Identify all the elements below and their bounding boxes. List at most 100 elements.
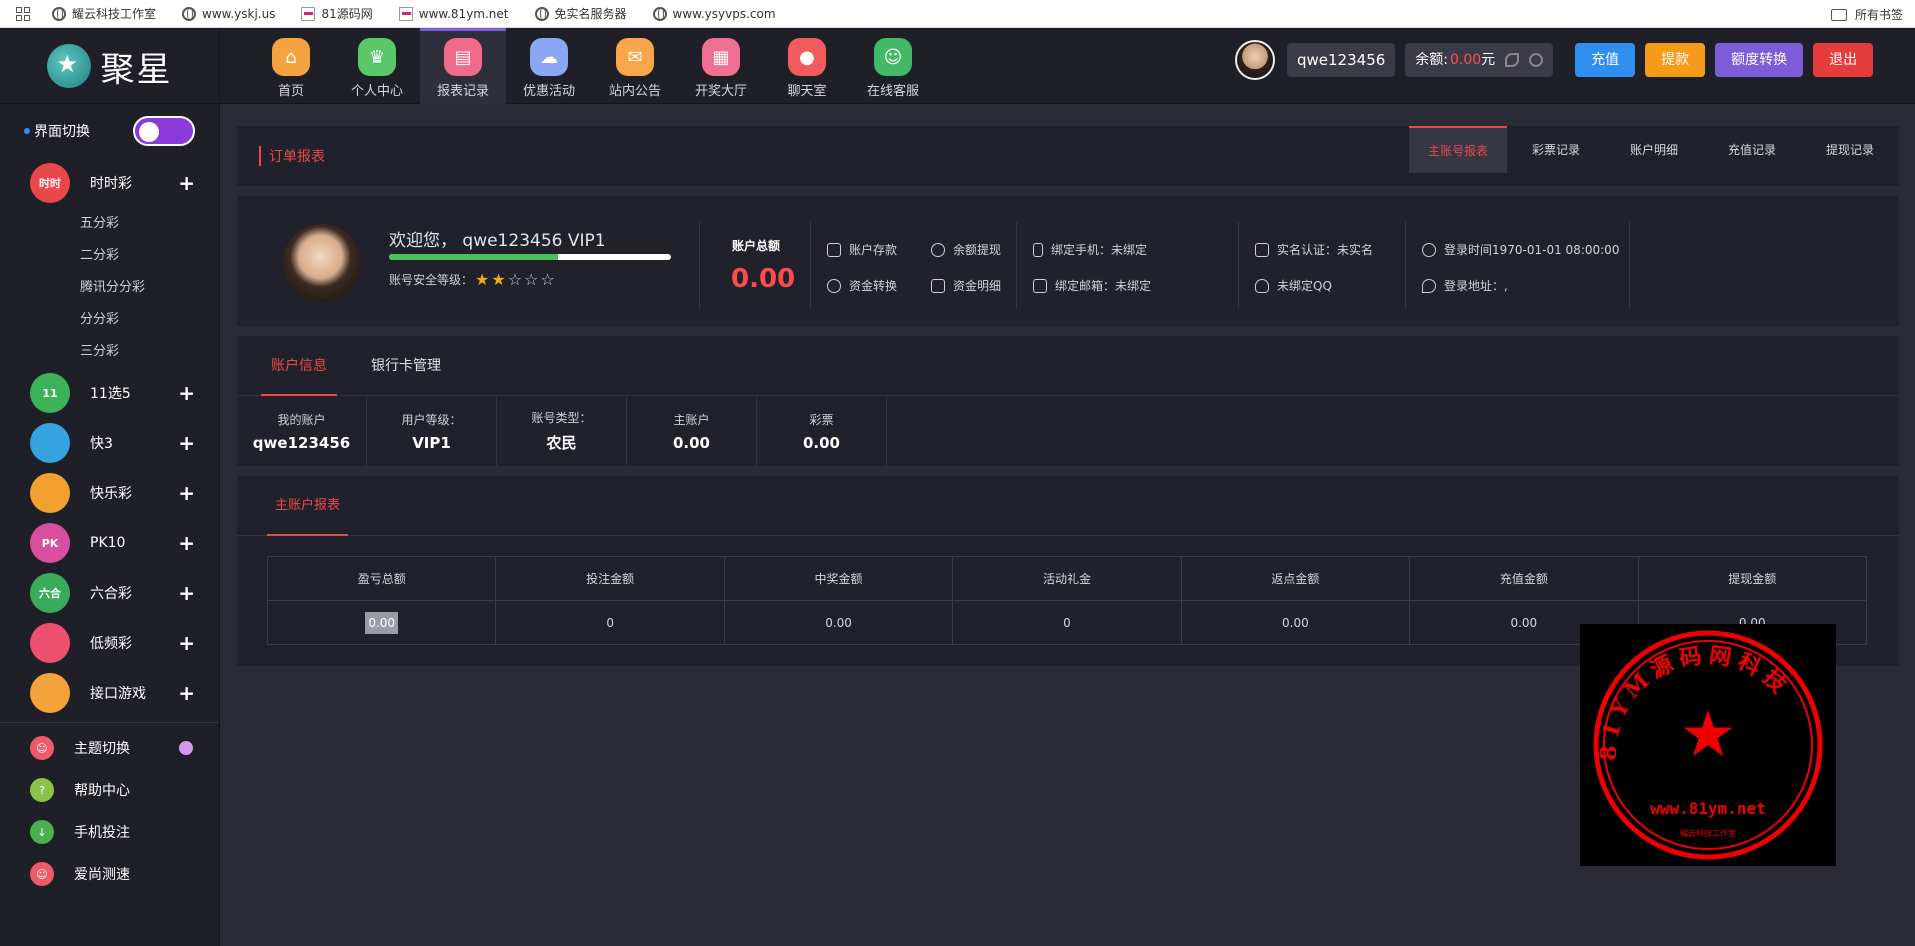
logout-button[interactable]: 退出: [1813, 43, 1874, 77]
expand-plus-icon[interactable]: +: [178, 381, 195, 405]
tab-main-account-report[interactable]: 主账户报表: [267, 476, 349, 536]
table-header-cell: 返点金额: [1180, 556, 1411, 601]
divider: [1016, 222, 1017, 308]
sidebar-category[interactable]: 11 11选5 +: [0, 368, 219, 418]
bookmark-item[interactable]: www.yskj.us: [182, 6, 276, 21]
report-tab[interactable]: 提现记录: [1801, 126, 1899, 173]
interface-toggle[interactable]: [133, 116, 195, 146]
table-header-cell: 充值金额: [1409, 556, 1639, 601]
main-report-tabs: 主账户报表: [237, 476, 1899, 536]
realname-text: 实名认证：未实名: [1277, 243, 1374, 257]
sidebar-category-label: 六合彩: [90, 586, 132, 602]
report-tab[interactable]: 充值记录: [1703, 126, 1801, 173]
gift-icon: ☁: [530, 38, 568, 76]
account-tab[interactable]: 银行卡管理: [361, 336, 451, 396]
globe-icon: [52, 6, 66, 21]
account-tab[interactable]: 账户信息: [261, 336, 337, 396]
fund-detail-link[interactable]: 资金明细: [931, 277, 1001, 294]
table-cell-value: 0.00: [1510, 615, 1538, 630]
nav-item[interactable]: ✉ 站内公告: [592, 28, 678, 104]
bookmark-item[interactable]: 耀云科技工作室: [52, 5, 156, 22]
sidebar-category[interactable]: 快3 +: [0, 418, 219, 468]
sidebar-misc-item[interactable]: ☺ 主题切换: [0, 727, 219, 769]
bookmark-item[interactable]: www.ysyvps.com: [652, 6, 776, 21]
nav-item[interactable]: ⌂ 首页: [248, 28, 334, 104]
deposit-link[interactable]: 账户存款: [827, 241, 897, 258]
expand-plus-icon[interactable]: +: [178, 481, 195, 505]
document-icon: [931, 278, 945, 293]
lottery-icon: [30, 673, 70, 713]
nav-item-label: 在线客服: [866, 84, 919, 99]
nav-item[interactable]: ● 聊天室: [764, 28, 850, 104]
misc-icon: ↓: [30, 820, 54, 844]
hide-balance-icon[interactable]: [1505, 53, 1520, 67]
report-tab[interactable]: 彩票记录: [1507, 126, 1605, 173]
bookmark-item[interactable]: www.81ym.net: [398, 6, 509, 21]
profile-panel: 欢迎您， qwe123456 VIP1 账号安全等级： ★ ★ ☆ ☆ ☆ 账户总额 0…: [237, 196, 1899, 326]
misc-icon: ?: [30, 778, 54, 802]
bind-email-link[interactable]: 绑定邮箱：未绑定: [1033, 277, 1151, 294]
bind-qq-link[interactable]: 未绑定QQ: [1255, 277, 1332, 294]
account-info-value: VIP1: [412, 433, 451, 452]
sidebar-misc-item[interactable]: ? 帮助中心: [0, 769, 219, 811]
home-icon: ⌂: [272, 38, 310, 76]
expand-plus-icon[interactable]: +: [178, 581, 195, 605]
report-tab[interactable]: 主账号报表: [1409, 126, 1507, 173]
username: qwe123456: [1287, 43, 1396, 77]
transfer-button[interactable]: 额度转换: [1715, 43, 1804, 77]
theme-color-dot[interactable]: [179, 741, 193, 755]
avatar[interactable]: [1235, 40, 1275, 80]
misc-icon: ☺: [30, 862, 54, 886]
divider: [1405, 222, 1406, 308]
mail-icon: [1033, 278, 1047, 293]
sidebar-sub-item[interactable]: 二分彩: [0, 240, 219, 272]
globe-icon: [182, 6, 197, 21]
sidebar-misc-item[interactable]: ↓ 手机投注: [0, 811, 219, 853]
table-cell: 0: [952, 600, 1182, 645]
expand-plus-icon[interactable]: +: [178, 431, 195, 455]
bookmark-label: www.yskj.us: [202, 6, 276, 21]
sidebar-category[interactable]: 六合 六合彩 +: [0, 568, 219, 618]
realname-link[interactable]: 实名认证：未实名: [1255, 241, 1373, 258]
refresh-icon[interactable]: [1529, 53, 1544, 67]
nav-item[interactable]: ♛ 个人中心: [334, 28, 420, 104]
transfer-link[interactable]: 资金转换: [827, 277, 897, 294]
misc-icon: ☺: [30, 736, 54, 760]
table-cell-value: 0.00: [1282, 615, 1309, 630]
sidebar-sub-item[interactable]: 腾讯分分彩: [0, 272, 219, 304]
expand-plus-icon[interactable]: +: [178, 171, 195, 195]
sidebar-category[interactable]: 快乐彩 +: [0, 468, 219, 518]
nav-item[interactable]: ▦ 开奖大厅: [678, 28, 764, 104]
logo[interactable]: 聚星: [0, 28, 220, 104]
sidebar-category[interactable]: 接口游戏 +: [0, 668, 219, 718]
expand-plus-icon[interactable]: +: [178, 531, 195, 555]
withdraw-link[interactable]: 余额提现: [931, 241, 1001, 258]
apps-icon[interactable]: [16, 6, 30, 21]
sidebar-category[interactable]: PK PK10 +: [0, 518, 219, 568]
lottery-icon-text: 11: [42, 386, 58, 400]
nav-item[interactable]: ☺ 在线客服: [850, 28, 936, 104]
sidebar-sub-item[interactable]: 分分彩: [0, 304, 219, 336]
all-bookmarks[interactable]: 所有书签: [1830, 6, 1903, 23]
expand-plus-icon[interactable]: +: [178, 681, 195, 705]
bookmark-item[interactable]: 81源码网: [301, 5, 373, 22]
nav-item[interactable]: ☁ 优惠活动: [506, 28, 592, 104]
total-label: 账户总额: [732, 239, 781, 253]
withdraw-button[interactable]: 提款: [1645, 43, 1706, 77]
star-icon: ☆: [524, 270, 539, 289]
table-header-cell: 盈亏总额: [266, 556, 497, 601]
sidebar-misc-item[interactable]: ☺ 爱尚测速: [0, 853, 219, 895]
sidebar-category[interactable]: 低频彩 +: [0, 618, 219, 668]
bookmark-item[interactable]: 免实名服务器: [534, 5, 627, 22]
sidebar-sub-item[interactable]: 五分彩: [0, 208, 219, 240]
bind-phone-link[interactable]: 绑定手机：未绑定: [1033, 241, 1147, 258]
report-tab[interactable]: 账户明细: [1605, 126, 1703, 173]
expand-plus-icon[interactable]: +: [178, 631, 195, 655]
sidebar-sub-item[interactable]: 三分彩: [0, 336, 219, 368]
nav-item[interactable]: ▤ 报表记录: [420, 28, 506, 104]
deposit-button[interactable]: 充值: [1575, 43, 1636, 77]
sidebar-category[interactable]: 时时 时时彩 +: [0, 158, 219, 208]
lottery-category-list: 时时 时时彩 + 五分彩 二分彩 腾讯分分彩 分分彩 三分彩 11 11选5 + 快3 + 快乐彩 + PK P…: [0, 158, 219, 895]
security-progress-bar: [389, 254, 671, 260]
lottery-icon: 六合: [30, 573, 70, 613]
